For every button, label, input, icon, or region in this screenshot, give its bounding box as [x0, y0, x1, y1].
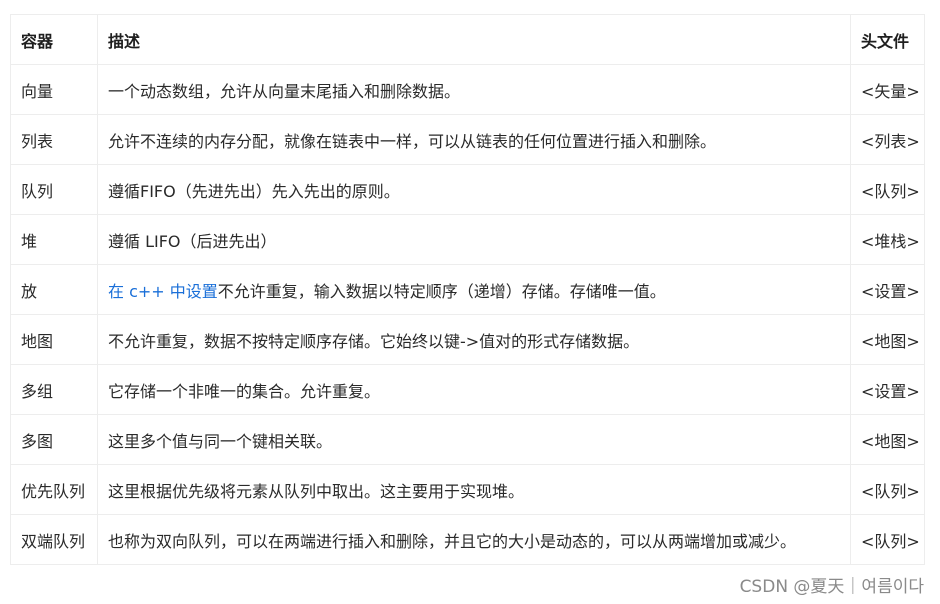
table-header-row: 容器 描述 头文件 [10, 14, 925, 65]
table-row: 地图 不允许重复，数据不按特定顺序存储。它始终以键->值对的形式存储数据。 <地… [10, 314, 925, 365]
cell-description: 不允许重复，数据不按特定顺序存储。它始终以键->值对的形式存储数据。 [97, 314, 851, 365]
cell-container: 队列 [10, 164, 98, 215]
cell-container: 优先队列 [10, 464, 98, 515]
table-row: 堆 遵循 LIFO（后进先出） <堆栈> [10, 214, 925, 265]
table-row: 列表 允许不连续的内存分配，就像在链表中一样，可以从链表的任何位置进行插入和删除… [10, 114, 925, 165]
cell-description-text: 不允许重复，输入数据以特定顺序（递增）存储。存储唯一值。 [217, 281, 666, 301]
cell-header-file: <堆栈> [850, 214, 925, 265]
container-table: 容器 描述 头文件 向量 一个动态数组，允许从向量末尾插入和删除数据。 <矢量>… [10, 14, 925, 565]
cell-header-file: <矢量> [850, 64, 925, 115]
cell-header-file: <队列> [850, 514, 925, 565]
table-row: 优先队列 这里根据优先级将元素从队列中取出。这主要用于实现堆。 <队列> [10, 464, 925, 515]
table-row: 队列 遵循FIFO（先进先出）先入先出的原则。 <队列> [10, 164, 925, 215]
cell-header-file: <队列> [850, 464, 925, 515]
cell-header-file: <地图> [850, 414, 925, 465]
cell-header-file: <队列> [850, 164, 925, 215]
cell-description: 这里多个值与同一个键相关联。 [97, 414, 851, 465]
cell-header-file: <设置> [850, 264, 925, 315]
cell-description: 这里根据优先级将元素从队列中取出。这主要用于实现堆。 [97, 464, 851, 515]
cell-container: 放 [10, 264, 98, 315]
set-in-cpp-link[interactable]: 在 c++ 中设置 [108, 282, 218, 301]
column-header-header-file: 头文件 [850, 14, 925, 65]
cell-container: 多图 [10, 414, 98, 465]
table-row: 向量 一个动态数组，允许从向量末尾插入和删除数据。 <矢量> [10, 64, 925, 115]
cell-container: 地图 [10, 314, 98, 365]
content-area: 容器 描述 头文件 向量 一个动态数组，允许从向量末尾插入和删除数据。 <矢量>… [10, 14, 925, 565]
cell-description: 也称为双向队列，可以在两端进行插入和删除，并且它的大小是动态的，可以从两端增加或… [97, 514, 851, 565]
cell-header-file: <设置> [850, 364, 925, 415]
cell-header-file: <地图> [850, 314, 925, 365]
column-header-container: 容器 [10, 14, 98, 65]
cell-container: 多组 [10, 364, 98, 415]
cell-description: 它存储一个非唯一的集合。允许重复。 [97, 364, 851, 415]
cell-description: 允许不连续的内存分配，就像在链表中一样，可以从链表的任何位置进行插入和删除。 [97, 114, 851, 165]
cell-description: 遵循FIFO（先进先出）先入先出的原则。 [97, 164, 851, 215]
cell-container: 向量 [10, 64, 98, 115]
table-row: 放 在 c++ 中设置不允许重复，输入数据以特定顺序（递增）存储。存储唯一值。 … [10, 264, 925, 315]
table-row: 双端队列 也称为双向队列，可以在两端进行插入和删除，并且它的大小是动态的，可以从… [10, 514, 925, 565]
cell-container: 双端队列 [10, 514, 98, 565]
cell-container: 列表 [10, 114, 98, 165]
table-row: 多组 它存储一个非唯一的集合。允许重复。 <设置> [10, 364, 925, 415]
cell-description: 在 c++ 中设置不允许重复，输入数据以特定顺序（递增）存储。存储唯一值。 [97, 264, 851, 315]
cell-header-file: <列表> [850, 114, 925, 165]
column-header-description: 描述 [97, 14, 851, 65]
csdn-watermark: CSDN @夏天｜여름이다 [739, 577, 924, 597]
cell-description: 一个动态数组，允许从向量末尾插入和删除数据。 [97, 64, 851, 115]
cell-container: 堆 [10, 214, 98, 265]
cell-description: 遵循 LIFO（后进先出） [97, 214, 851, 265]
table-row: 多图 这里多个值与同一个键相关联。 <地图> [10, 414, 925, 465]
